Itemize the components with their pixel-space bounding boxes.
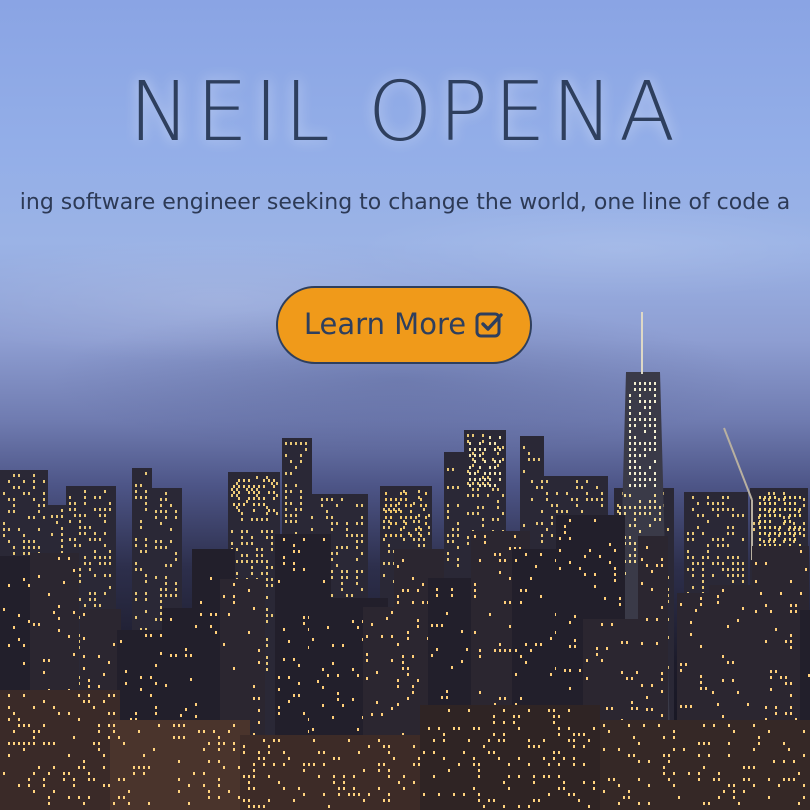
check-square-icon <box>474 309 504 339</box>
page-title: NEIL OPENA <box>128 65 682 160</box>
learn-more-button[interactable]: Learn More <box>276 286 532 364</box>
learn-more-label: Learn More <box>303 307 467 341</box>
hero-section: NEIL OPENA ing software engineer seeking… <box>0 0 810 810</box>
hero-tagline: ing software engineer seeking to change … <box>19 190 791 215</box>
